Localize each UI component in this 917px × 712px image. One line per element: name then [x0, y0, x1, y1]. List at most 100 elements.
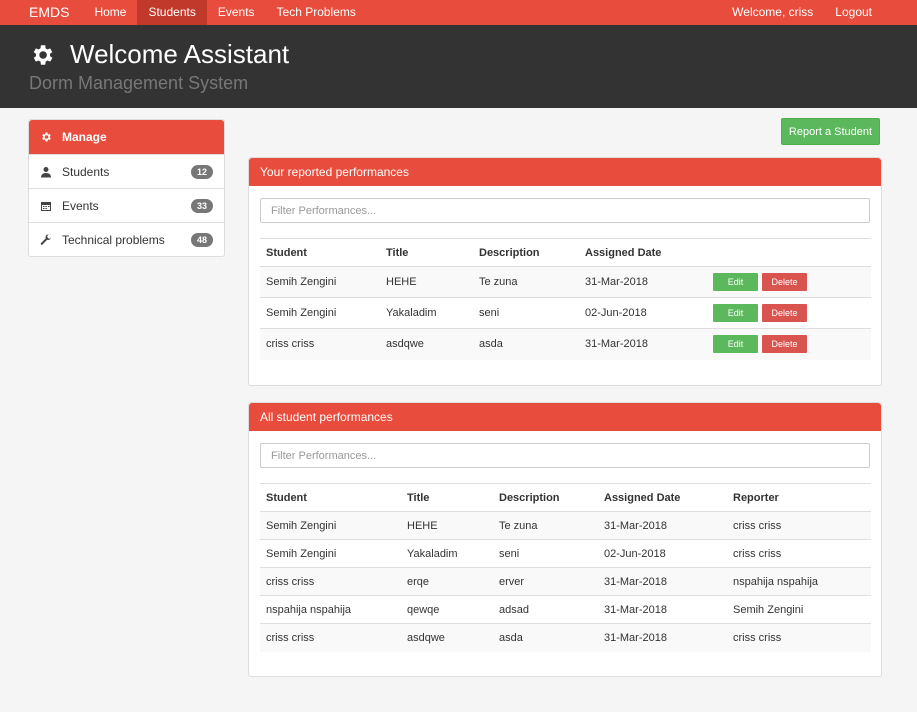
top-navbar: EMDS Home Students Events Tech Problems …: [0, 0, 917, 25]
nav-logout[interactable]: Logout: [824, 0, 883, 25]
cell-reporter: nspahija nspahija: [727, 567, 871, 596]
cell-student: Semih Zengini: [260, 297, 380, 329]
cell-description: Te zuna: [473, 266, 579, 298]
panel-title: All student performances: [249, 403, 881, 431]
filter-field: [260, 198, 870, 223]
column-header: Description: [493, 483, 598, 512]
cell-description: seni: [493, 539, 598, 568]
cell-description: seni: [473, 297, 579, 329]
cell-reporter: criss criss: [727, 623, 871, 652]
count-badge: 33: [190, 198, 213, 213]
table-header-row: Student Title Description Assigned Date …: [260, 483, 871, 512]
sidebar-head-label: Manage: [62, 130, 107, 144]
cell-reporter: criss criss: [727, 539, 871, 568]
sidebar-item-label: Events: [62, 198, 99, 213]
column-header: Title: [380, 238, 473, 267]
cell-date: 31-Mar-2018: [579, 328, 707, 360]
table-row: criss criss erqe erver 31-Mar-2018 nspah…: [260, 567, 871, 596]
filter-field: [260, 443, 870, 468]
delete-button[interactable]: Delete: [762, 304, 808, 322]
sidebar-item-label: Students: [62, 164, 110, 179]
cell-title: asdqwe: [401, 623, 493, 652]
sidebar-item-events[interactable]: Events 33: [29, 188, 224, 222]
count-badge: 12: [190, 164, 213, 179]
cell-title: HEHE: [380, 266, 473, 298]
cell-description: asda: [473, 328, 579, 360]
delete-button[interactable]: Delete: [762, 335, 808, 354]
brand-link[interactable]: EMDS: [0, 0, 83, 25]
column-header: Assigned Date: [598, 483, 727, 512]
column-header: Description: [473, 238, 579, 267]
header-title-row: Welcome Assistant: [29, 39, 289, 70]
nav-students[interactable]: Students: [137, 0, 207, 25]
filter-input[interactable]: [271, 449, 869, 462]
sidebar-item-label: Technical problems: [62, 232, 165, 247]
page-title: Welcome Assistant: [70, 39, 290, 69]
cell-student: Semih Zengini: [260, 266, 380, 298]
column-header: Student: [260, 238, 380, 267]
table-row: Semih Zengini Yakaladim seni 02-Jun-2018…: [260, 539, 871, 568]
table-row: criss criss asdqwe asda 31-Mar-2018 cris…: [260, 623, 871, 652]
all-performances-panel: All student performances Student Title D…: [248, 402, 882, 677]
table-row: criss criss asdqwe asda 31-Mar-2018 Edit…: [260, 328, 871, 360]
cell-reporter: Semih Zengini: [727, 595, 871, 624]
cell-student: Semih Zengini: [260, 511, 401, 540]
cell-title: HEHE: [401, 511, 493, 540]
nav-right-group: Welcome, criss Logout: [721, 0, 917, 25]
table-row: Semih Zengini Yakaladim seni 02-Jun-2018…: [260, 297, 871, 329]
cell-student: criss criss: [260, 328, 380, 360]
table-row: Semih Zengini HEHE Te zuna 31-Mar-2018 c…: [260, 511, 871, 540]
edit-button[interactable]: Edit: [713, 304, 758, 322]
table-row: Semih Zengini HEHE Te zuna 31-Mar-2018 E…: [260, 266, 871, 298]
cell-student: criss criss: [260, 567, 401, 596]
user-icon: [41, 166, 51, 177]
cell-description: adsad: [493, 595, 598, 624]
cell-date: 31-Mar-2018: [598, 567, 727, 596]
column-header: Reporter: [727, 483, 871, 512]
cell-student: criss criss: [260, 623, 401, 652]
nav-welcome-user[interactable]: Welcome, criss: [721, 0, 824, 25]
cell-actions: Edit Delete: [707, 328, 871, 360]
table-header-row: Student Title Description Assigned Date: [260, 238, 871, 267]
wrench-icon: [40, 233, 52, 245]
reported-performances-table: Student Title Description Assigned Date …: [260, 238, 871, 360]
column-header: Assigned Date: [579, 238, 707, 267]
cell-date: 31-Mar-2018: [598, 623, 727, 652]
cell-date: 31-Mar-2018: [579, 266, 707, 298]
gear-icon: [33, 44, 53, 65]
sidebar-item-technical-problems[interactable]: Technical problems 48: [29, 222, 224, 256]
cell-date: 02-Jun-2018: [579, 297, 707, 329]
sidebar-item-students[interactable]: Students 12: [29, 154, 224, 188]
sidebar-item-manage[interactable]: Manage: [29, 120, 224, 154]
reported-performances-panel: Your reported performances Student Title…: [248, 157, 882, 386]
page-subtitle: Dorm Management System: [29, 73, 249, 93]
cell-actions: Edit Delete: [707, 266, 871, 298]
cell-actions: Edit Delete: [707, 297, 871, 329]
cell-student: Semih Zengini: [260, 539, 401, 568]
nav-events[interactable]: Events: [207, 0, 266, 25]
calendar-icon: [41, 201, 51, 211]
cell-date: 31-Mar-2018: [598, 595, 727, 624]
cell-student: nspahija nspahija: [260, 595, 401, 624]
cell-date: 31-Mar-2018: [598, 511, 727, 540]
cell-title: asdqwe: [380, 328, 473, 360]
delete-button[interactable]: Delete: [762, 273, 808, 291]
cell-title: Yakaladim: [380, 297, 473, 329]
cell-description: erver: [493, 567, 598, 596]
cell-title: erqe: [401, 567, 493, 596]
report-student-button[interactable]: Report a Student: [781, 118, 880, 145]
column-header: Title: [401, 483, 493, 512]
all-performances-table: Student Title Description Assigned Date …: [260, 483, 871, 652]
column-header: Student: [260, 483, 401, 512]
table-row: nspahija nspahija qewqe adsad 31-Mar-201…: [260, 595, 871, 624]
edit-button[interactable]: Edit: [713, 335, 758, 354]
cell-reporter: criss criss: [727, 511, 871, 540]
cell-title: qewqe: [401, 595, 493, 624]
edit-button[interactable]: Edit: [713, 273, 758, 291]
filter-input[interactable]: [271, 204, 869, 217]
page-header: Welcome Assistant Dorm Management System: [0, 25, 917, 108]
nav-tech-problems[interactable]: Tech Problems: [266, 0, 367, 25]
nav-home[interactable]: Home: [83, 0, 137, 25]
gear-icon: [42, 132, 51, 142]
cell-date: 02-Jun-2018: [598, 539, 727, 568]
